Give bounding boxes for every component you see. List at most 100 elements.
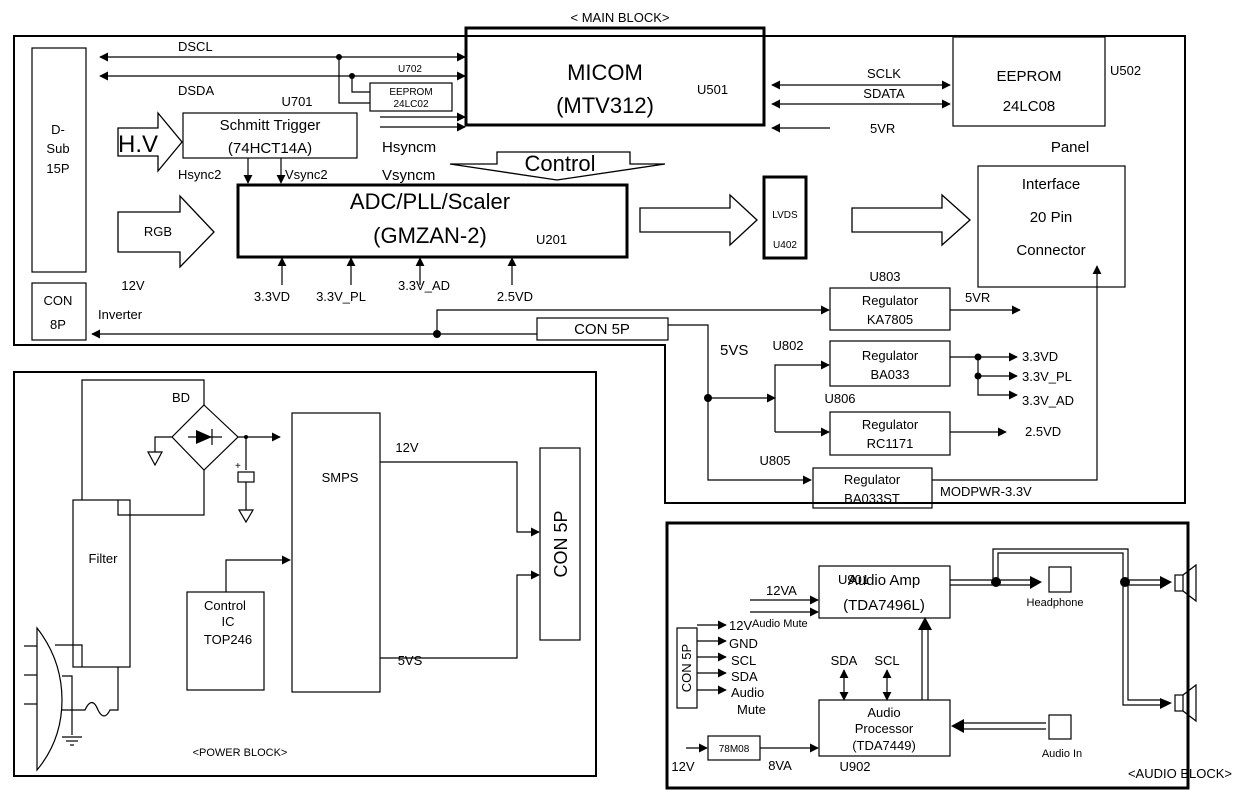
label: Regulator xyxy=(844,472,901,487)
con5p-power: CON 5P xyxy=(539,447,581,641)
control-ic-block: Control IC TOP246 xyxy=(186,591,265,691)
rgb-arrow: RGB xyxy=(117,194,215,269)
scaler-input-label: 3.3V_PL xyxy=(316,289,366,304)
label: 12V xyxy=(729,618,752,633)
label: RGB xyxy=(144,224,172,239)
label: U802 xyxy=(772,338,803,353)
label: 2.5VD xyxy=(1025,424,1061,439)
dscl-label: DSCL xyxy=(178,39,213,54)
label: 8VA xyxy=(768,758,792,773)
dsub-connector: D- Sub 15P xyxy=(31,47,87,273)
label: Regulator xyxy=(862,293,919,308)
scaler-to-lvds-arrow xyxy=(639,193,758,247)
panel-label: Panel xyxy=(1051,139,1089,156)
5vs-label: 5VS xyxy=(720,342,748,359)
hsync2-label: Hsync2 xyxy=(178,167,221,182)
label: CON 5P xyxy=(679,644,694,692)
label: Audio Amp xyxy=(848,572,921,589)
u702-label: U702 xyxy=(398,64,422,75)
filter-block: Filter xyxy=(72,499,131,668)
label: 5VR xyxy=(965,290,990,305)
label: RC1171 xyxy=(867,436,914,451)
sclk-label: SCLK xyxy=(867,66,901,81)
label: MICOM xyxy=(567,60,643,85)
label: 78M08 xyxy=(719,744,750,755)
speaker-icon xyxy=(1174,563,1197,603)
label: 3.3V_AD xyxy=(1022,393,1074,408)
label: BA033ST xyxy=(844,491,900,506)
label: U806 xyxy=(824,391,855,406)
bd-label: BD xyxy=(172,390,190,405)
hv-arrow: H.V xyxy=(117,111,183,173)
svg-text:+: + xyxy=(235,461,241,472)
label: 3.3V_PL xyxy=(1022,369,1072,384)
label: U501 xyxy=(697,82,728,97)
label: 15P xyxy=(46,161,69,176)
label: U805 xyxy=(759,453,790,468)
block-diagram: < MAIN BLOCK> D- Sub 15P CON 8P DSCL DSD… xyxy=(13,10,1232,790)
label: 12V xyxy=(671,759,694,774)
label: CON xyxy=(44,293,73,308)
power-block: BD + Filter Control IC TOP246 SMPS 12V 5… xyxy=(13,371,597,777)
label: SDA xyxy=(731,669,758,684)
label: Connector xyxy=(1016,242,1085,259)
label: (TDA7496L) xyxy=(843,597,925,614)
eeprom-24lc02: EEPROM 24LC02 xyxy=(369,82,453,112)
label: Mute xyxy=(737,702,766,717)
hsyncm-label: Hsyncm xyxy=(382,139,436,156)
power-block-title: <POWER BLOCK> xyxy=(193,747,288,759)
label: Filter xyxy=(89,551,119,566)
panel-interface-connector: Interface 20 Pin Connector xyxy=(977,165,1126,288)
bridge-diode-icon xyxy=(171,404,239,471)
label: 3.3VD xyxy=(1022,349,1058,364)
label: EEPROM xyxy=(389,87,432,98)
label: Audio Mute xyxy=(752,618,808,630)
audio-processor-block: Audio Processor (TDA7449) xyxy=(818,699,951,757)
lvds-block: LVDS U402 xyxy=(762,175,808,260)
label: U201 xyxy=(536,232,567,247)
con8p-connector: CON 8P xyxy=(31,282,87,341)
78m08-regulator: 78M08 xyxy=(707,735,761,761)
scaler-input-label: 3.3V_AD xyxy=(398,278,450,293)
label: KA7805 xyxy=(867,312,913,327)
5vs-out-label: 5VS xyxy=(398,653,423,668)
label: 12VA xyxy=(766,583,797,598)
label: U502 xyxy=(1110,63,1141,78)
lvds-to-panel-arrow xyxy=(851,193,971,247)
eeprom-24lc08: EEPROM 24LC08 U502 xyxy=(952,36,1141,127)
audio-in-jack: Audio In xyxy=(1042,714,1082,760)
label: 20 Pin xyxy=(1030,209,1073,226)
audio-block-title: <AUDIO BLOCK> xyxy=(1128,766,1232,781)
label: (TDA7449) xyxy=(852,738,916,753)
regulator-u802: U802 Regulator BA033 3.3VD 3.3V_PL 3.3V_… xyxy=(772,338,1074,408)
label: U402 xyxy=(773,240,797,251)
inverter-label: Inverter xyxy=(98,307,143,322)
label: (GMZAN-2) xyxy=(373,223,487,248)
label: Processor xyxy=(855,721,914,736)
dsda-label: DSDA xyxy=(178,83,214,98)
label: Headphone xyxy=(1027,597,1084,609)
label: U902 xyxy=(839,759,870,774)
label: Audio xyxy=(731,685,764,700)
label: CON 5P xyxy=(551,510,571,577)
label: (74HCT14A) xyxy=(228,140,312,157)
12v-out-label: 12V xyxy=(395,440,418,455)
label: BA033 xyxy=(870,367,909,382)
audio-block: U901 12VA Audio Mute Audio Amp (TDA7496L… xyxy=(665,521,1232,790)
speaker-icon xyxy=(1174,683,1197,723)
scaler-input-label: 2.5VD xyxy=(497,289,533,304)
label: H.V xyxy=(118,131,158,158)
main-block-title: < MAIN BLOCK> xyxy=(571,10,670,25)
capacitor-icon: + xyxy=(235,437,255,524)
main-block: < MAIN BLOCK> D- Sub 15P CON 8P DSCL DSD… xyxy=(13,10,1186,509)
label: SCL xyxy=(874,653,899,668)
label: EEPROM xyxy=(996,68,1061,85)
label: Audio In xyxy=(1042,748,1082,760)
5vr-label: 5VR xyxy=(870,121,895,136)
scaler-block: ADC/PLL/Scaler (GMZAN-2) U201 xyxy=(236,183,629,259)
con5p-audio: CON 5P xyxy=(676,627,698,709)
label: IC xyxy=(222,614,235,629)
label: CON 5P xyxy=(574,321,630,338)
label: GND xyxy=(729,636,758,651)
headphone-jack: Headphone xyxy=(1027,566,1084,609)
